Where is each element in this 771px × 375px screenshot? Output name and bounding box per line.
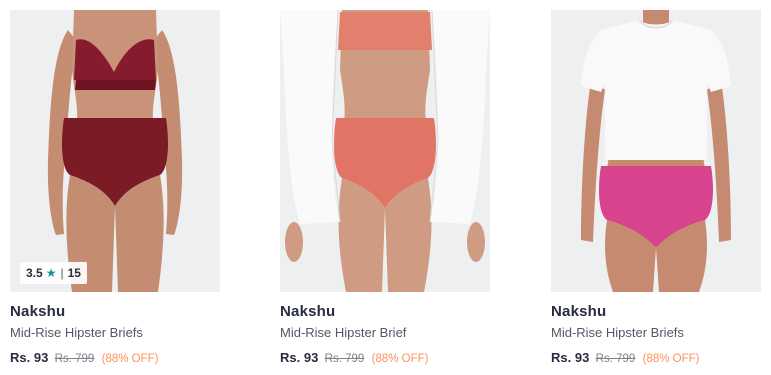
product-mrp: Rs. 799 [54,353,95,365]
product-card[interactable]: 3.5 ★ | 15 Nakshu Mid-Rise Hipster Brief… [10,10,220,367]
product-brand[interactable]: Nakshu [10,303,220,321]
product-photo [551,10,761,292]
product-brand[interactable]: Nakshu [551,303,761,321]
product-card[interactable]: Nakshu Mid-Rise Hipster Briefs Rs. 93 Rs… [551,10,761,367]
product-price: Rs. 93 [280,350,319,365]
product-mrp: Rs. 799 [324,353,365,365]
product-price: Rs. 93 [10,350,49,365]
product-name[interactable]: Mid-Rise Hipster Brief [280,325,490,341]
product-mrp: Rs. 799 [595,353,636,365]
product-price: Rs. 93 [551,350,590,365]
product-image[interactable] [551,10,761,292]
product-discount: (88% OFF) [371,353,429,365]
product-image[interactable] [280,10,490,292]
product-photo [280,10,490,292]
rating-separator: | [60,266,64,280]
rating-score: 3.5 [26,266,43,280]
product-image[interactable]: 3.5 ★ | 15 [10,10,220,292]
price-row: Rs. 93 Rs. 799 (88% OFF) [551,350,761,367]
rating-count: 15 [67,266,81,280]
price-row: Rs. 93 Rs. 799 (88% OFF) [280,350,490,367]
price-row: Rs. 93 Rs. 799 (88% OFF) [10,350,220,367]
rating-badge: 3.5 ★ | 15 [20,262,87,284]
product-name[interactable]: Mid-Rise Hipster Briefs [10,325,220,341]
product-photo [10,10,220,292]
product-discount: (88% OFF) [101,353,159,365]
product-brand[interactable]: Nakshu [280,303,490,321]
product-name[interactable]: Mid-Rise Hipster Briefs [551,325,761,341]
product-card[interactable]: Nakshu Mid-Rise Hipster Brief Rs. 93 Rs.… [280,10,490,367]
product-discount: (88% OFF) [642,353,700,365]
star-icon: ★ [45,266,57,280]
